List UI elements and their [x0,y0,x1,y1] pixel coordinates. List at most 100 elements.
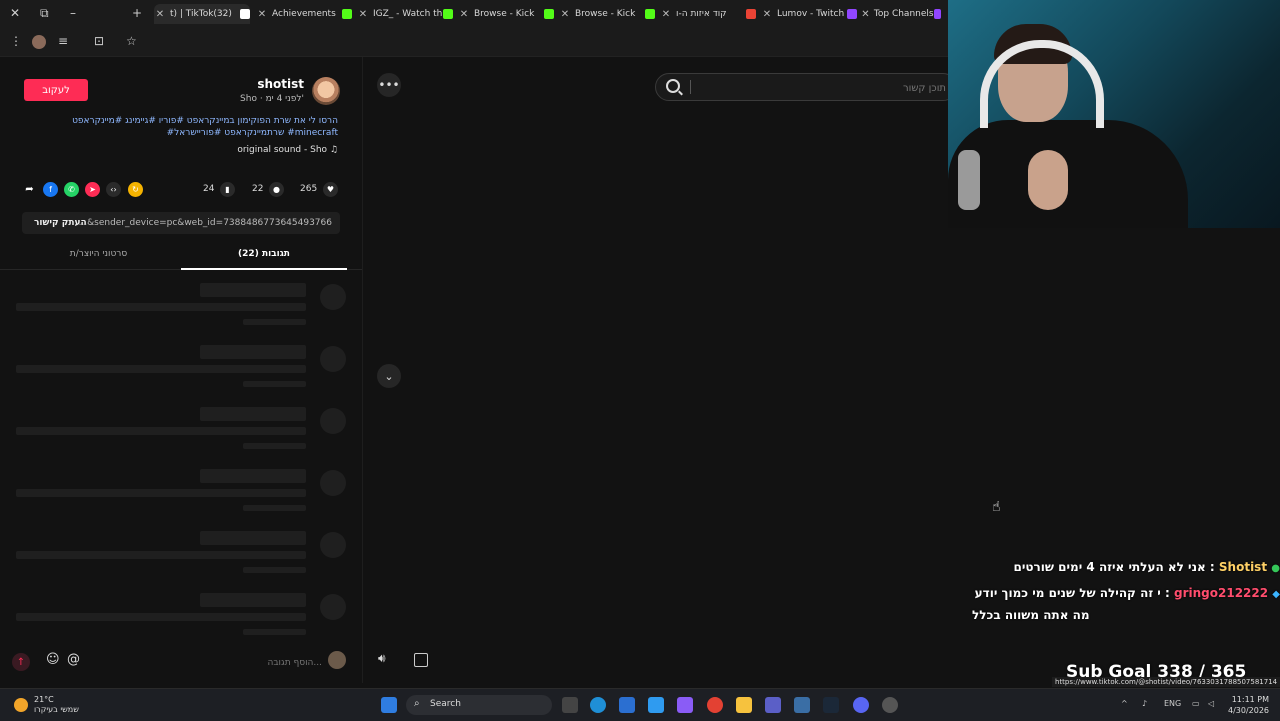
whatsapp-icon[interactable]: ✆ [64,182,79,197]
skeleton-avatar [320,284,346,310]
taskbar-search[interactable]: ⌕ Search [406,695,552,715]
chat-message: ● Shotist : אני לא העלתי איזה 4 ימים שור… [1013,560,1280,574]
comment-input[interactable] [90,653,324,673]
minimize-icon[interactable]: – [70,6,76,20]
comment-count: 22 [252,184,264,194]
close-tab-icon[interactable]: ✕ [256,9,268,20]
windows-taskbar: 21°C שמשי בעיקרו ⌕ Search ^ ♪ ENG ▭ ◁ 11… [0,688,1280,721]
description-line[interactable]: הרסו לי את שרת הפוקימון במיינקראפט #פורי… [68,115,338,127]
search-divider [690,80,691,94]
facebook-icon[interactable]: f [43,182,58,197]
browser-tab[interactable]: ✕ קוד איזות ה-ו [660,4,756,24]
tab-favicon-icon [645,9,655,19]
clock[interactable]: 11:11 PM 4/30/2026 [1228,694,1269,716]
webcam-overlay [948,0,1280,228]
emoji-icon[interactable]: ☺ [46,652,60,667]
teams-icon[interactable] [765,697,781,713]
reading-list-icon[interactable]: ≡ [58,34,68,48]
profile-avatar[interactable] [32,35,46,49]
copilot-icon[interactable] [648,697,664,713]
skeleton-line [200,593,306,607]
mention-icon[interactable]: @ [67,652,80,667]
skeleton-line [243,319,306,325]
close-tab-icon[interactable]: ✕ [154,9,166,20]
browser-tab[interactable]: ✕ t) | TikTok(32) [154,4,250,24]
close-tab-icon[interactable]: ✕ [861,9,870,20]
next-video-button[interactable]: ⌄ [377,364,401,388]
search-input[interactable] [696,78,948,98]
bookmark-icon[interactable]: ▮ [220,182,235,197]
volume-tray-icon[interactable]: ◁ [1208,699,1214,708]
browser-tab[interactable]: ✕ Top Channels [861,4,941,24]
follow-button[interactable]: לעקוב [24,79,88,101]
search-bar [655,73,957,101]
start-button-icon[interactable] [381,697,397,713]
browser-tab[interactable]: ✕ Browse - Kick [559,4,655,24]
share-arrow-icon[interactable]: ➦ [22,182,37,197]
browser-tab[interactable]: ✕ Achievements [256,4,352,24]
browser-tab[interactable]: ✕ Lumov - Twitch [761,4,857,24]
task-view-icon[interactable] [562,697,578,713]
volume-icon[interactable]: 🔊︎ [378,651,386,666]
tab-label: Lumov - Twitch [777,9,845,19]
chat-text: אני לא העלתי איזה 4 ימים שורטים [1013,560,1206,574]
close-tab-icon[interactable]: ✕ [357,9,369,20]
verified-badge-icon: ● [1271,563,1280,574]
tray-expand-icon[interactable]: ^ [1121,699,1128,708]
close-tab-icon[interactable]: ✕ [660,9,672,20]
language-indicator[interactable]: ENG [1164,699,1181,708]
send-icon[interactable]: ➤ [85,182,100,197]
repost-icon[interactable]: ↻ [128,182,143,197]
network-icon[interactable]: ▭ [1192,699,1200,708]
skeleton-line [243,629,306,635]
skeleton-avatar [320,594,346,620]
skeleton-line [200,531,306,545]
tab-comments[interactable]: תגובות (22) [181,249,347,259]
share-link-url[interactable]: ...&sender_device=pc&web_id=738848677364… [79,218,332,228]
active-tab-underline [181,268,347,270]
chrome-icon[interactable] [707,697,723,713]
heart-icon[interactable]: ♥ [323,182,338,197]
browser-tab[interactable]: ✕ Browse - Kick [458,4,554,24]
comment-icon[interactable]: ● [269,182,284,197]
weather-temp: 21°C [34,695,54,704]
close-window-icon[interactable]: ✕ [10,6,20,20]
creator-username[interactable]: shotist [257,77,304,91]
more-options-button[interactable]: ••• [377,73,401,97]
discord-icon[interactable] [853,697,869,713]
bookmark-star-icon[interactable]: ☆ [126,34,137,48]
close-tab-icon[interactable]: ✕ [458,9,470,20]
close-tab-icon[interactable]: ✕ [761,9,773,20]
tab-search-icon[interactable]: ⧉ [40,6,49,21]
mic-tray-icon[interactable]: ♪ [1142,699,1147,708]
embed-icon[interactable]: ‹› [106,182,121,197]
browser-tab[interactable]: ✕ IGZ_ - Watch th [357,4,453,24]
menu-dots-icon[interactable]: ⋮ [10,34,22,48]
extensions-icon[interactable]: ⊡ [94,34,104,48]
skeleton-line [16,613,306,621]
picture-in-picture-icon[interactable] [414,653,428,667]
file-explorer-icon[interactable] [736,697,752,713]
edge-icon[interactable] [590,697,606,713]
tab-creator-videos[interactable]: סרטוני היוצר/ת [16,249,181,259]
m365-icon[interactable] [677,697,693,713]
app-icon[interactable] [794,697,810,713]
streamer-body [948,120,1188,228]
tab-label: Browse - Kick [474,9,535,19]
search-icon[interactable] [666,79,680,93]
chat-text: י זה קהילה של שנים מי כמוך יודע [974,586,1161,600]
sound-link[interactable]: original sound - Sho ♫ [237,145,338,155]
description-hashtags[interactable]: #שרתמיינקראפט #פוריישראל #minecraft [68,127,338,139]
weather-widget[interactable]: 21°C שמשי בעיקרו [34,695,79,715]
creator-avatar[interactable] [312,77,340,105]
steam-icon[interactable] [823,697,839,713]
hand-cursor-icon: ☝ [992,499,1001,515]
tab-favicon-icon [240,9,250,19]
new-tab-icon[interactable]: + [132,6,142,20]
store-icon[interactable] [619,697,635,713]
post-comment-button[interactable]: ↑ [12,653,30,671]
creator-subline: Sho · לפני 4 ימ' [240,94,304,104]
weather-sun-icon[interactable] [14,698,28,712]
obs-icon[interactable] [882,697,898,713]
close-tab-icon[interactable]: ✕ [559,9,571,20]
